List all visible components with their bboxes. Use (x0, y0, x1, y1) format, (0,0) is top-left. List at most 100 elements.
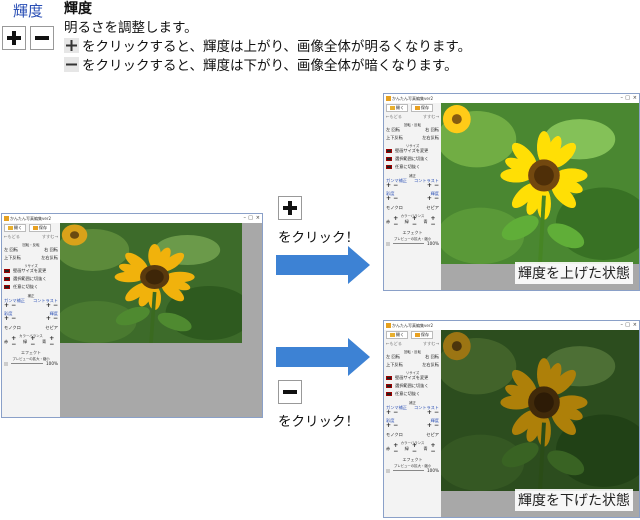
flip-horizontal-button[interactable]: 左右反転 (41, 255, 58, 261)
contrast-plus-button[interactable]: + − (427, 410, 439, 416)
open-button[interactable]: 開く (386, 331, 408, 339)
app-icon (4, 216, 9, 221)
minimize-button[interactable]: – (621, 321, 624, 330)
plus-icon (283, 201, 297, 215)
flip-vertical-button[interactable]: 上下反転 (386, 362, 403, 368)
red-adjust-button[interactable]: +− (393, 442, 401, 455)
app-window-brightness-down: かんたん写真編集ver2 – □ × 開く 保存 ←もどる すすむ→ 回転・反転… (383, 320, 640, 518)
save-button[interactable]: 保存 (411, 104, 433, 112)
resize-icon (386, 149, 392, 153)
resize-crop-button[interactable]: 選択範囲に切抜く (395, 156, 429, 162)
green-adjust-button[interactable]: +− (412, 442, 420, 455)
zoom-out-button[interactable] (4, 361, 8, 366)
open-label: 開く (395, 332, 405, 337)
flip-horizontal-button[interactable]: 左右反転 (422, 135, 439, 141)
resize-crop-button[interactable]: 選択範囲に切抜く (13, 276, 47, 282)
brightness-heading-label: 輝度 (12, 2, 43, 20)
rotate-right-button[interactable]: 右 回転 (425, 127, 439, 133)
blue-adjust-button[interactable]: +− (431, 442, 439, 455)
contrast-plus-button[interactable]: + − (427, 183, 439, 189)
resize-wallpaper-button[interactable]: 壁画サイズを変更 (395, 148, 428, 154)
close-button[interactable]: × (256, 214, 260, 223)
app-window-brightness-up: かんたん写真編集ver2 – □ × 開く 保存 ←もどる すすむ→ 回転・反転… (383, 93, 640, 291)
close-button[interactable]: × (633, 321, 637, 330)
gamma-plus-button[interactable]: + − (386, 183, 398, 189)
open-button[interactable]: 開く (4, 224, 26, 232)
maximize-button[interactable]: □ (625, 321, 630, 330)
resize-crop-button[interactable]: 選択範囲に切抜く (395, 383, 429, 389)
blue-adjust-button[interactable]: +− (431, 215, 439, 228)
save-button[interactable]: 保存 (411, 331, 433, 339)
brightness-plus-button[interactable]: + − (46, 316, 58, 322)
mono-button[interactable]: モノクロ (386, 432, 403, 438)
close-button[interactable]: × (633, 94, 637, 103)
rotate-left-button[interactable]: 左 回転 (386, 127, 400, 133)
undo-button[interactable]: ←もどる (4, 234, 20, 240)
undo-button[interactable]: ←もどる (386, 114, 402, 120)
zoom-value: 100% (427, 241, 439, 246)
sepia-button[interactable]: セピア (426, 432, 439, 438)
rotate-right-button[interactable]: 右 回転 (44, 247, 58, 253)
rotate-right-button[interactable]: 右 回転 (425, 354, 439, 360)
minimize-button[interactable]: – (621, 94, 624, 103)
undo-button[interactable]: ←もどる (386, 341, 402, 347)
open-button[interactable]: 開く (386, 104, 408, 112)
click-minus-text: をクリック！ (278, 414, 359, 430)
flip-vertical-button[interactable]: 上下反転 (386, 135, 403, 141)
saturation-plus-button[interactable]: + − (386, 423, 398, 429)
zoom-slider[interactable] (393, 243, 425, 244)
resize-free-button[interactable]: 任意に切抜く (395, 391, 420, 397)
rotate-left-button[interactable]: 左 回転 (386, 354, 400, 360)
contrast-plus-button[interactable]: + − (46, 303, 58, 309)
redo-button[interactable]: すすむ→ (423, 114, 439, 120)
resize-wallpaper-button[interactable]: 壁画サイズを変更 (13, 268, 46, 274)
click-plus-text: をクリック！ (278, 230, 359, 246)
brightness-plus-button[interactable]: + − (427, 423, 439, 429)
maximize-button[interactable]: □ (248, 214, 253, 223)
crop-free-icon (386, 165, 392, 169)
green-adjust-button[interactable]: +− (30, 335, 39, 348)
minus-button[interactable] (30, 26, 54, 50)
blue-adjust-button[interactable]: +− (49, 335, 58, 348)
brightness-plus-button[interactable]: + − (427, 196, 439, 202)
folder-icon (7, 226, 13, 230)
crop-free-icon (386, 392, 392, 396)
saturation-plus-button[interactable]: + − (386, 196, 398, 202)
flip-vertical-button[interactable]: 上下反転 (4, 255, 21, 261)
gamma-plus-button[interactable]: + − (386, 410, 398, 416)
mono-button[interactable]: モノクロ (4, 325, 21, 331)
redo-button[interactable]: すすむ→ (42, 234, 58, 240)
save-icon (414, 106, 420, 110)
app-icon (386, 323, 391, 328)
resize-icon (4, 269, 10, 273)
description-title: 輝度 (64, 1, 92, 17)
state-label: 輝度を上げた状態 (515, 262, 633, 284)
sepia-button[interactable]: セピア (426, 205, 439, 211)
green-adjust-button[interactable]: +− (412, 215, 420, 228)
minimize-button[interactable]: – (244, 214, 247, 223)
description-line-3: をクリックすると、輝度は下がり、画像全体が暗くなります。 (64, 57, 471, 76)
plus-symbol (278, 196, 302, 220)
resize-wallpaper-button[interactable]: 壁画サイズを変更 (395, 375, 428, 381)
maximize-button[interactable]: □ (625, 94, 630, 103)
window-titlebar: かんたん写真編集ver2 – □ × (384, 321, 639, 330)
sepia-button[interactable]: セピア (45, 325, 58, 331)
flip-horizontal-button[interactable]: 左右反転 (422, 362, 439, 368)
zoom-out-button[interactable] (386, 241, 390, 246)
saturation-plus-button[interactable]: + − (4, 316, 16, 322)
resize-free-button[interactable]: 任意に切抜く (13, 284, 38, 290)
color-blue-label: 青 (42, 338, 47, 344)
gamma-plus-button[interactable]: + − (4, 303, 16, 309)
redo-button[interactable]: すすむ→ (423, 341, 439, 347)
red-adjust-button[interactable]: +− (11, 335, 20, 348)
plus-button[interactable] (2, 26, 26, 50)
zoom-out-button[interactable] (386, 468, 390, 473)
resize-free-button[interactable]: 任意に切抜く (395, 164, 420, 170)
red-adjust-button[interactable]: +− (393, 215, 401, 228)
zoom-slider[interactable] (393, 470, 425, 471)
save-button[interactable]: 保存 (29, 224, 51, 232)
minus-symbol (278, 380, 302, 404)
zoom-slider[interactable] (11, 363, 44, 364)
mono-button[interactable]: モノクロ (386, 205, 403, 211)
rotate-left-button[interactable]: 左 回転 (4, 247, 18, 253)
